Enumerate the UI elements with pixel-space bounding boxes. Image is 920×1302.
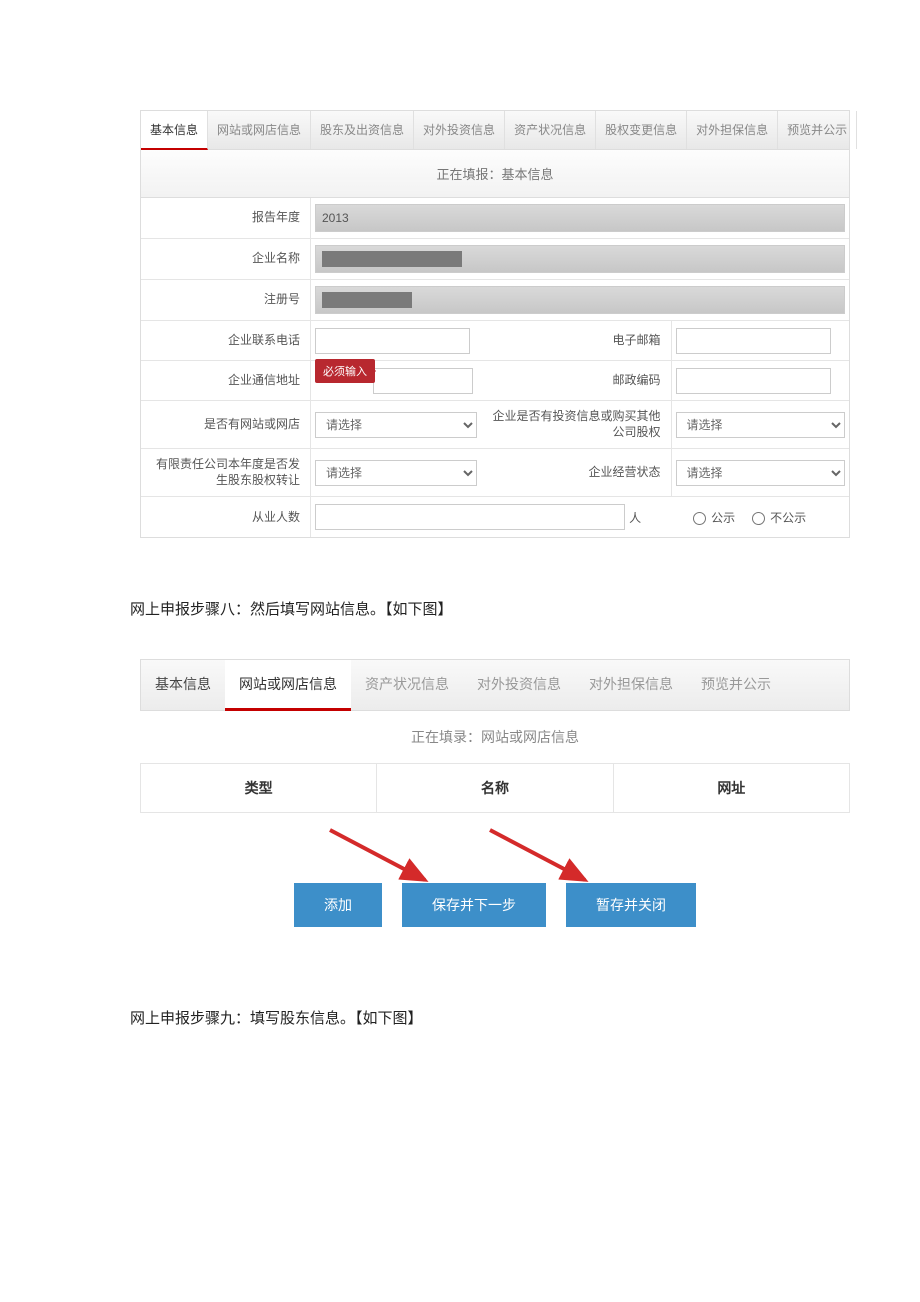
tabs-bar-1: 基本信息 网站或网店信息 股东及出资信息 对外投资信息 资产状况信息 股权变更信… [141, 111, 849, 150]
tab2-asset[interactable]: 资产状况信息 [351, 660, 463, 710]
publicity-radio-group: 公示 不公示 [645, 497, 849, 537]
label-employees: 从业人数 [141, 497, 311, 537]
label-phone: 企业联系电话 [141, 321, 311, 360]
tab-basic-info[interactable]: 基本信息 [141, 111, 208, 150]
label-company-name: 企业名称 [141, 239, 311, 279]
th-type: 类型 [141, 764, 377, 812]
redacted-block [322, 292, 412, 308]
basic-info-panel: 基本信息 网站或网店信息 股东及出资信息 对外投资信息 资产状况信息 股权变更信… [140, 110, 850, 538]
tab-equity-change[interactable]: 股权变更信息 [596, 111, 687, 149]
row-equity-opstatus: 有限责任公司本年度是否发生股东股权转让 请选择 企业经营状态 请选择 [141, 449, 849, 497]
label-has-website: 是否有网站或网店 [141, 401, 311, 448]
banner2-current-step: 正在填录：网站或网店信息 [140, 711, 850, 763]
label-op-status: 企业经营状态 [481, 449, 672, 496]
input-phone[interactable] [315, 328, 470, 354]
label-reg-no: 注册号 [141, 280, 311, 320]
radio-private[interactable] [752, 512, 765, 525]
button-row: 添加 保存并下一步 暂存并关闭 [140, 883, 850, 927]
input-email[interactable] [676, 328, 831, 354]
th-name: 名称 [377, 764, 613, 812]
label-address: 企业通信地址 [141, 361, 311, 400]
label-equity-transfer: 有限责任公司本年度是否发生股东股权转让 [141, 449, 311, 496]
website-info-panel: 基本信息 网站或网店信息 资产状况信息 对外投资信息 对外担保信息 预览并公示 … [140, 659, 850, 927]
tab2-preview[interactable]: 预览并公示 [687, 660, 785, 710]
tab-asset-info[interactable]: 资产状况信息 [505, 111, 596, 149]
input-employees[interactable] [315, 504, 625, 530]
th-url: 网址 [614, 764, 849, 812]
select-equity-transfer[interactable]: 请选择 [315, 460, 477, 486]
select-op-status[interactable]: 请选择 [676, 460, 846, 486]
tab-preview-publish[interactable]: 预览并公示 [778, 111, 857, 149]
tab2-website[interactable]: 网站或网店信息 [225, 660, 351, 711]
label-report-year: 报告年度 [141, 198, 311, 238]
input-address[interactable] [373, 368, 473, 394]
label-email: 电子邮箱 [481, 321, 672, 360]
row-report-year: 报告年度 [141, 198, 849, 239]
required-tooltip: 必须输入 [315, 359, 375, 383]
tab2-basic[interactable]: 基本信息 [141, 660, 225, 710]
radio-public[interactable] [693, 512, 706, 525]
pause-close-button[interactable]: 暂存并关闭 [566, 883, 696, 927]
doc-step9: 网上申报步骤九：填写股东信息。【如下图】 [0, 987, 920, 1048]
select-has-website[interactable]: 请选择 [315, 412, 477, 438]
row-reg-no: 注册号 [141, 280, 849, 321]
row-company-name: 企业名称 [141, 239, 849, 280]
label-postal: 邮政编码 [481, 361, 672, 400]
tab-website-info[interactable]: 网站或网店信息 [208, 111, 311, 149]
input-company-name [315, 245, 845, 273]
row-phone-email: 企业联系电话 电子邮箱 [141, 321, 849, 361]
input-postal[interactable] [676, 368, 831, 394]
tab-external-invest[interactable]: 对外投资信息 [414, 111, 505, 149]
banner-current-step: 正在填报：基本信息 [141, 150, 849, 198]
row-employees: 从业人数 人 公示 不公示 [141, 497, 849, 537]
tab2-guarantee[interactable]: 对外担保信息 [575, 660, 687, 710]
doc-step8: 网上申报步骤八：然后填写网站信息。【如下图】 [0, 578, 920, 639]
radio-public-label[interactable]: 公示 [688, 509, 735, 526]
redacted-block [322, 251, 462, 267]
tabs-bar-2: 基本信息 网站或网店信息 资产状况信息 对外投资信息 对外担保信息 预览并公示 [140, 659, 850, 711]
row-address-postal: 企业通信地址 必须输入 邮政编码 [141, 361, 849, 401]
tab-shareholder-info[interactable]: 股东及出资信息 [311, 111, 414, 149]
select-has-invest[interactable]: 请选择 [676, 412, 846, 438]
input-reg-no [315, 286, 845, 314]
tab-guarantee-info[interactable]: 对外担保信息 [687, 111, 778, 149]
radio-private-label[interactable]: 不公示 [747, 509, 806, 526]
add-button[interactable]: 添加 [294, 883, 382, 927]
label-has-invest: 企业是否有投资信息或购买其他公司股权 [481, 401, 672, 448]
website-table-header: 类型 名称 网址 [140, 763, 850, 813]
row-website-invest: 是否有网站或网店 请选择 企业是否有投资信息或购买其他公司股权 请选择 [141, 401, 849, 449]
save-next-button[interactable]: 保存并下一步 [402, 883, 546, 927]
input-report-year [315, 204, 845, 232]
tab2-invest[interactable]: 对外投资信息 [463, 660, 575, 710]
unit-people: 人 [629, 509, 641, 526]
